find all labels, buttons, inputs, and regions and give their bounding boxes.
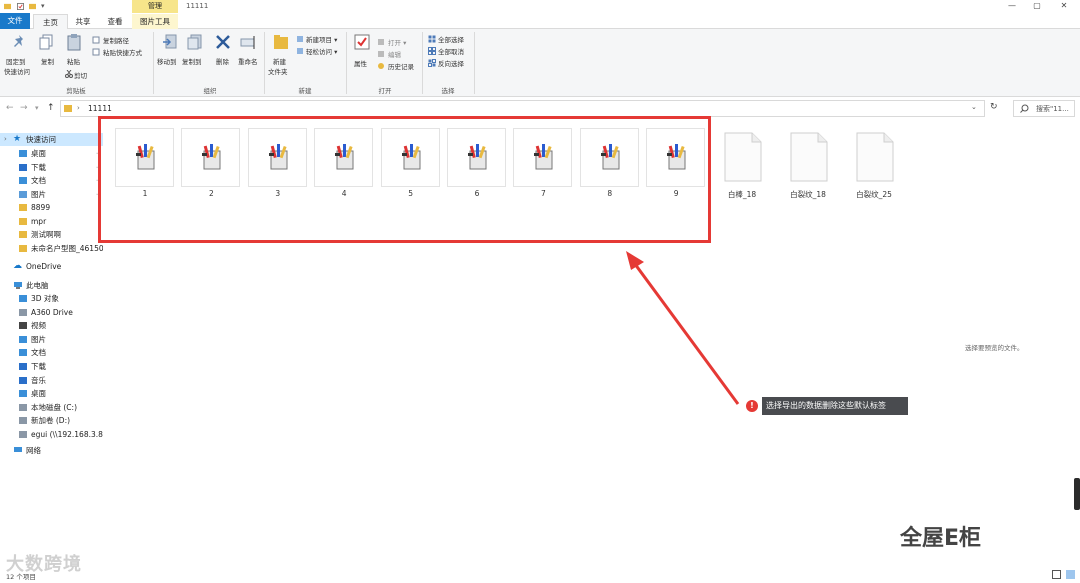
scrollbar-thumb[interactable] — [1074, 478, 1080, 510]
status-bar: 12 个项目 — [0, 570, 1080, 583]
details-view-icon[interactable] — [1052, 570, 1061, 579]
annotation-arrow — [626, 251, 740, 405]
large-icons-view-icon[interactable] — [1066, 570, 1075, 579]
item-count: 12 个项目 — [6, 573, 36, 581]
preview-pane-message: 选择要预览的文件。 — [965, 344, 1024, 352]
annotation-badge: ! — [746, 400, 758, 412]
watermark-right: 全屋E柜 — [900, 526, 982, 551]
file-explorer-window: ▾ 管理 11111 — ▢ ✕ 文件 主页 共享 查看 图片工具 固定到 快速… — [0, 0, 1080, 583]
annotation-tooltip: 选择导出的数据删除这些默认标签 — [762, 397, 908, 415]
